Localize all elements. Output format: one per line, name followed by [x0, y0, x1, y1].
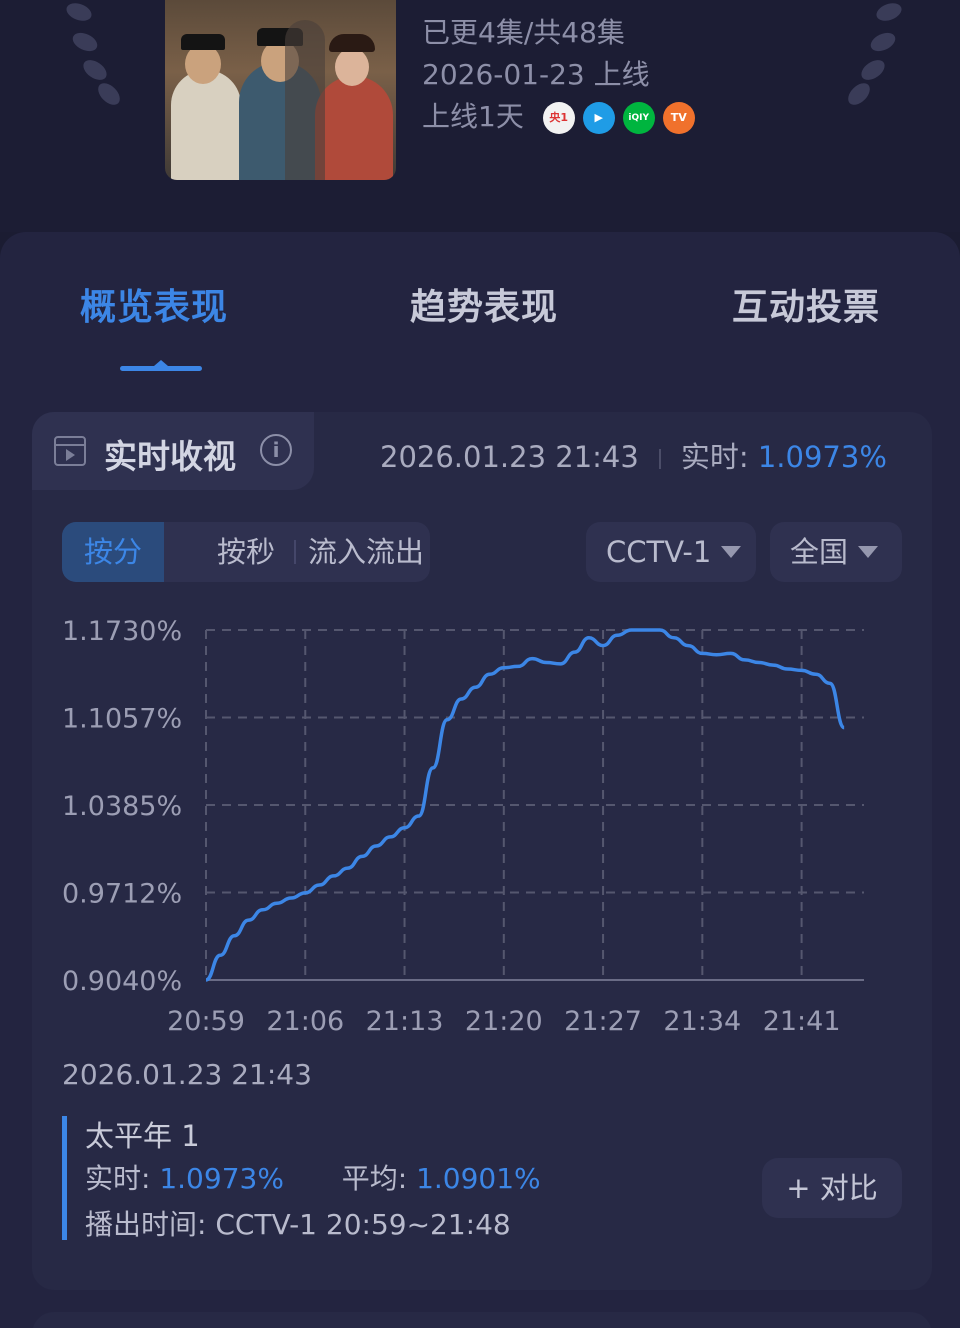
- card-title: 实时收视: [104, 437, 236, 476]
- main-panel: 概览表现 趋势表现 互动投票 实时收视 i 2026.01.23 21:43 实时…: [0, 232, 960, 1328]
- tab-overview[interactable]: 概览表现: [80, 278, 228, 330]
- divider: [658, 449, 661, 469]
- y-tick-label: 0.9712%: [62, 879, 182, 910]
- program-name: 太平年 1: [85, 1119, 200, 1153]
- detail-timestamp: 2026.01.23 21:43: [62, 1058, 312, 1091]
- mango-tv-icon[interactable]: TV: [662, 102, 695, 134]
- cctv1-icon[interactable]: 央1: [542, 102, 575, 134]
- tab-vote[interactable]: 互动投票: [732, 278, 880, 330]
- airtime-row: 播出时间: CCTV-1 20:59~21:48: [85, 1202, 582, 1248]
- x-tick-label: 21:34: [663, 1006, 741, 1037]
- y-tick-label: 1.1730%: [62, 616, 182, 647]
- laurel-left-icon: [58, 0, 138, 110]
- platform-icons: 央1 ▶ iQIY TV: [542, 102, 695, 134]
- show-meta: 已更4集/共48集 2026-01-23 上线 上线1天 央1 ▶ iQIY T…: [422, 12, 695, 138]
- granularity-segmented-control: 按分 按秒 流入流出: [62, 522, 430, 582]
- active-tab-indicator: [120, 360, 202, 371]
- segment-flow[interactable]: 流入流出: [302, 522, 430, 582]
- iqiyi-icon[interactable]: iQIY: [622, 102, 655, 134]
- tab-trend[interactable]: 趋势表现: [410, 278, 558, 330]
- y-tick-label: 1.1057%: [62, 704, 182, 735]
- chevron-down-icon: [858, 546, 879, 558]
- ratings-line-chart[interactable]: 1.1730% 1.1057% 1.0385% 0.9712% 0.9040% 20:59…: [32, 602, 932, 1042]
- airtime-label: 播出时间:: [85, 1208, 207, 1241]
- detail-values-row: 实时: 1.0973% 平均: 1.0901%: [85, 1156, 582, 1202]
- detail-realtime-label: 实时:: [85, 1162, 151, 1195]
- realtime-summary: 2026.01.23 21:43 实时: 1.0973%: [380, 434, 887, 476]
- online-days-row: 上线1天 央1 ▶ iQIY TV: [422, 96, 695, 138]
- info-icon[interactable]: i: [260, 434, 292, 466]
- show-header: 已更4集/共48集 2026-01-23 上线 上线1天 央1 ▶ iQIY T…: [0, 0, 960, 232]
- realtime-label: 实时:: [680, 440, 749, 474]
- chevron-down-icon: [721, 546, 742, 558]
- tencent-video-icon[interactable]: ▶: [582, 102, 615, 134]
- series-detail: 太平年 1 实时: 1.0973% 平均: 1.0901% 播出时间: CCTV…: [62, 1116, 582, 1241]
- episodes-text: 已更4集/共48集: [422, 16, 625, 49]
- realtime-value: 1.0973%: [757, 440, 887, 474]
- segment-by-second[interactable]: 按秒: [198, 522, 294, 582]
- show-poster[interactable]: [165, 0, 396, 180]
- realtime-ratings-card: 实时收视 i 2026.01.23 21:43 实时: 1.0973% 按分 按秒…: [32, 412, 932, 1290]
- y-tick-label: 0.9040%: [62, 966, 182, 997]
- detail-realtime-value: 1.0973%: [159, 1162, 284, 1195]
- online-days: 上线1天: [422, 100, 524, 133]
- y-tick-label: 1.0385%: [62, 791, 182, 822]
- detail-average-label: 平均:: [341, 1162, 408, 1195]
- compare-button[interactable]: + 对比: [762, 1158, 902, 1218]
- release-date: 2026-01-23 上线: [422, 58, 650, 91]
- x-tick-label: 20:59: [167, 1006, 245, 1037]
- card-header: 实时收视 i: [32, 412, 314, 490]
- x-tick-label: 21:27: [564, 1006, 642, 1037]
- x-tick-label: 21:41: [763, 1006, 841, 1037]
- region-select[interactable]: 全国: [770, 522, 902, 582]
- tab-bar: 概览表现 趋势表现 互动投票: [0, 232, 960, 392]
- detail-average-value: 1.0901%: [416, 1162, 541, 1195]
- laurel-right-icon: [830, 0, 910, 110]
- airtime-value: CCTV-1 20:59~21:48: [215, 1208, 511, 1241]
- next-card: [32, 1312, 932, 1328]
- segment-divider: [294, 540, 296, 564]
- video-icon: [54, 436, 86, 466]
- channel-select-value: CCTV-1: [606, 535, 712, 569]
- x-tick-label: 21:20: [465, 1006, 543, 1037]
- x-tick-label: 21:13: [366, 1006, 444, 1037]
- channel-select[interactable]: CCTV-1: [586, 522, 756, 582]
- region-select-value: 全国: [790, 535, 849, 569]
- series-line: [205, 628, 846, 982]
- segment-by-minute[interactable]: 按分: [62, 522, 164, 582]
- realtime-timestamp: 2026.01.23 21:43: [380, 440, 639, 474]
- x-tick-label: 21:06: [266, 1006, 344, 1037]
